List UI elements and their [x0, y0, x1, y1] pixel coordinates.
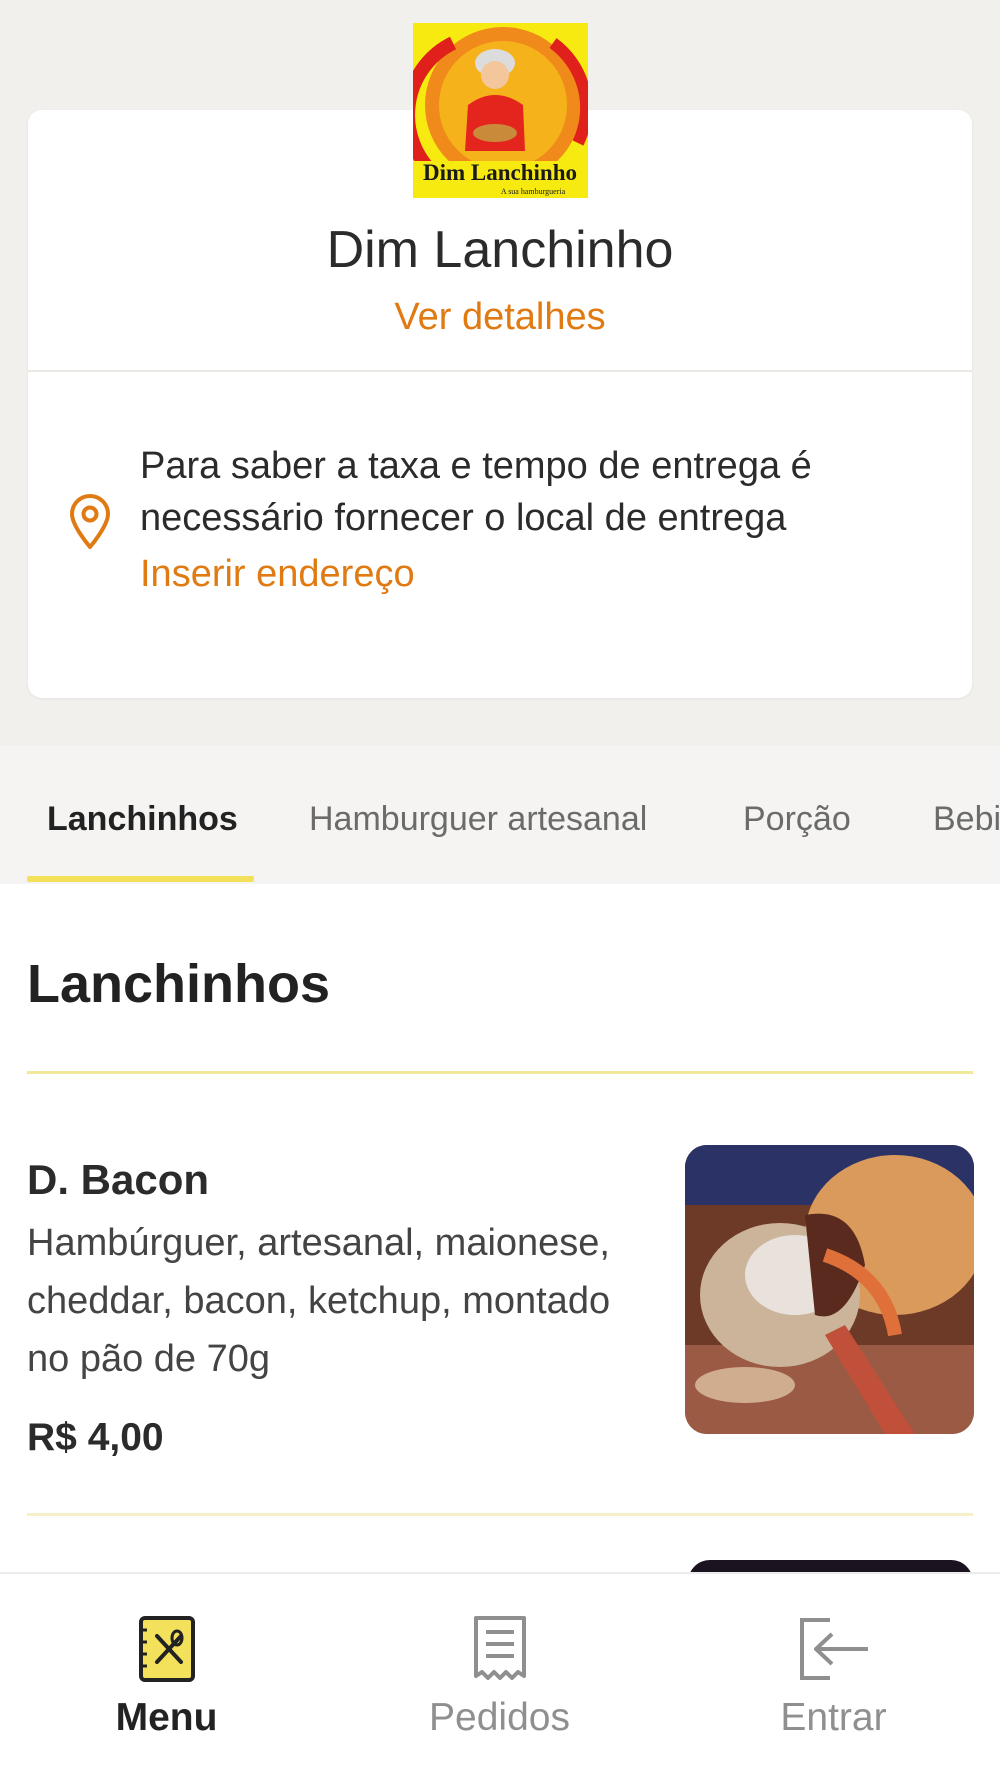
menu-item-description: Hambúrguer, artesanal, maionese, cheddar…	[27, 1222, 611, 1380]
login-icon	[796, 1614, 872, 1689]
category-tabs: Lanchinhos Hamburguer artesanal Porção B…	[0, 746, 1000, 884]
tab-hamburguer-artesanal[interactable]: Hamburguer artesanal	[309, 798, 647, 840]
nav-pedidos[interactable]: Pedidos	[333, 1574, 666, 1780]
tab-bebidas[interactable]: Bebi	[933, 798, 1000, 840]
nav-menu-label: Menu	[115, 1696, 218, 1739]
menu-item-image[interactable]	[685, 1145, 974, 1434]
section-divider	[27, 1071, 973, 1074]
menu-item-name[interactable]: D. Bacon	[27, 1154, 209, 1206]
card-divider	[28, 370, 972, 372]
insert-address-link[interactable]: Inserir endereço	[140, 548, 415, 600]
bottom-navigation: Menu Pedidos Entrar	[0, 1572, 1000, 1780]
nav-entrar[interactable]: Entrar	[667, 1574, 1000, 1780]
store-name: Dim Lanchinho	[326, 221, 674, 279]
store-info-card	[28, 110, 972, 698]
tab-porcao[interactable]: Porção	[743, 798, 851, 840]
nav-entrar-label: Entrar	[780, 1696, 887, 1739]
delivery-info-text: Para saber a taxa e tempo de entrega é n…	[140, 445, 812, 539]
active-tab-indicator	[27, 876, 254, 882]
logo-tagline: A sua hamburgueria	[501, 187, 566, 196]
menu-book-icon	[137, 1614, 197, 1689]
view-details-link[interactable]: Ver detalhes	[0, 294, 1000, 340]
menu-item-price: R$ 4,00	[27, 1416, 164, 1459]
nav-pedidos-label: Pedidos	[429, 1696, 570, 1739]
tab-lanchinhos[interactable]: Lanchinhos	[47, 798, 238, 840]
nav-menu[interactable]: Menu	[0, 1574, 333, 1780]
section-title: Lanchinhos	[27, 954, 331, 1014]
store-logo: Dim Lanchinho A sua hamburgueria	[413, 23, 588, 198]
logo-text: Dim Lanchinho	[423, 160, 577, 185]
item-divider	[27, 1513, 973, 1516]
location-pin-icon	[68, 494, 112, 550]
receipt-icon	[470, 1614, 530, 1689]
